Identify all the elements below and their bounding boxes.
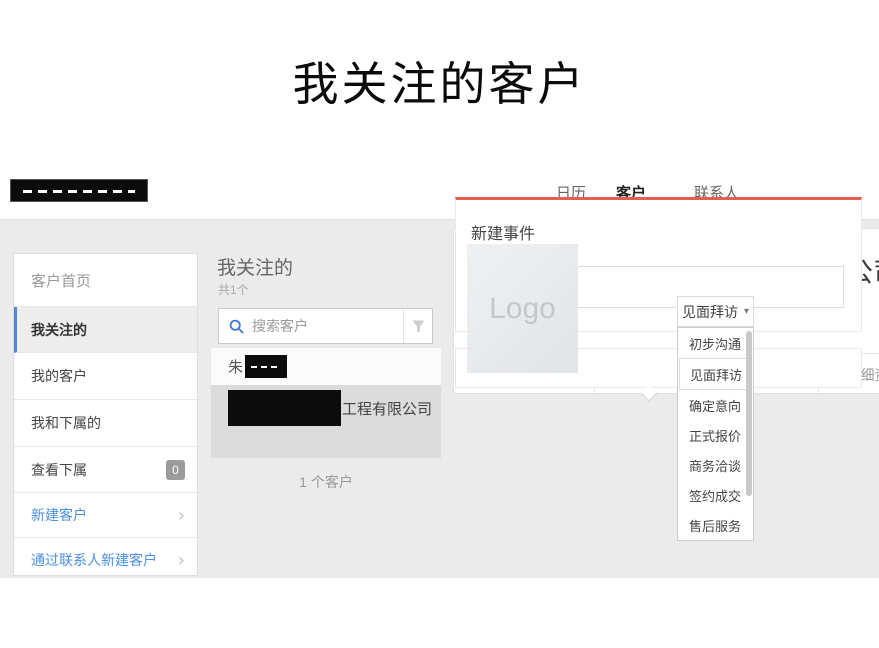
search-icon: [229, 319, 244, 334]
list-item-company-selected[interactable]: 工程有限公司: [211, 385, 441, 458]
stage-option-initial-communication[interactable]: 初步沟通: [678, 328, 753, 358]
contact-name-redacted: [245, 355, 287, 378]
stage-option-after-sales[interactable]: 售后服务: [678, 510, 753, 540]
stage-option-formal-quote[interactable]: 正式报价: [678, 420, 753, 450]
app-logo-redacted: [10, 179, 148, 202]
funnel-icon: [412, 320, 425, 333]
sidebar-item-label: 我的客户: [31, 366, 87, 386]
slide-title: 我关注的客户: [0, 48, 879, 114]
sidebar-item-my-customers[interactable]: 我的客户: [14, 353, 197, 400]
redaction-dash: [23, 190, 135, 193]
logo-text: Logo: [489, 292, 556, 326]
filter-button[interactable]: [403, 309, 432, 343]
sidebar-item-my-followed[interactable]: 我关注的: [14, 307, 197, 353]
sidebar-item-label: 新建客户: [31, 505, 87, 525]
redaction-dash: [251, 366, 281, 368]
sidebar-item-new-customer[interactable]: 新建客户 ›: [14, 493, 197, 538]
company-name-suffix: 工程有限公司: [342, 398, 432, 419]
chevron-right-icon: ›: [178, 505, 185, 526]
customer-sidebar: 客户首页 我关注的 我的客户 我和下属的 查看下属 0 新建客户 › 通过联系人…: [13, 253, 198, 576]
search-input[interactable]: [252, 318, 382, 334]
contact-name-prefix: 朱: [228, 356, 243, 377]
stage-button-label: 见面拜访: [682, 302, 738, 322]
sidebar-item-me-and-subordinates[interactable]: 我和下属的: [14, 400, 197, 447]
caret-down-icon: ▾: [744, 306, 749, 317]
sidebar-item-view-subordinates[interactable]: 查看下属 0: [14, 447, 197, 493]
stage-option-confirm-intention[interactable]: 确定意向: [678, 390, 753, 420]
sidebar-item-customer-home[interactable]: 客户首页: [14, 254, 197, 307]
stage-option-sign-deal[interactable]: 签约成交: [678, 480, 753, 510]
sales-stage-dropdown-button[interactable]: 见面拜访 ▾: [677, 296, 754, 327]
stage-option-business-negotiation[interactable]: 商务洽谈: [678, 450, 753, 480]
sidebar-item-label: 通过联系人新建客户: [31, 550, 157, 570]
list-item-contact[interactable]: 朱: [211, 348, 441, 385]
company-name-redacted: [228, 390, 341, 426]
sidebar-item-label: 查看下属: [31, 460, 87, 480]
sales-stage-dropdown-menu: 初步沟通 见面拜访 确定意向 正式报价 商务洽谈 签约成交 售后服务: [677, 327, 754, 541]
list-title: 我关注的: [217, 253, 293, 280]
company-logo-placeholder: Logo: [467, 244, 578, 373]
sidebar-item-new-customer-from-contact[interactable]: 通过联系人新建客户 ›: [14, 538, 197, 576]
list-count: 共1个: [218, 281, 249, 298]
list-footer-count: 1 个客户: [211, 472, 441, 492]
stage-option-meet-visit[interactable]: 见面拜访: [679, 358, 749, 390]
sidebar-item-label: 客户首页: [31, 270, 91, 291]
sidebar-item-label: 我和下属的: [31, 413, 101, 433]
dropdown-scrollbar[interactable]: [746, 331, 752, 496]
subordinates-count-badge: 0: [166, 460, 185, 480]
chevron-right-icon: ›: [178, 550, 185, 571]
sidebar-item-label: 我关注的: [31, 320, 87, 340]
slide-canvas: 我关注的客户 日历 客户 联系人 客户首页 我关注的 我的客户 我和下属的: [0, 0, 879, 648]
new-event-title: 新建事件: [471, 220, 535, 244]
customer-search-box: [218, 308, 433, 344]
